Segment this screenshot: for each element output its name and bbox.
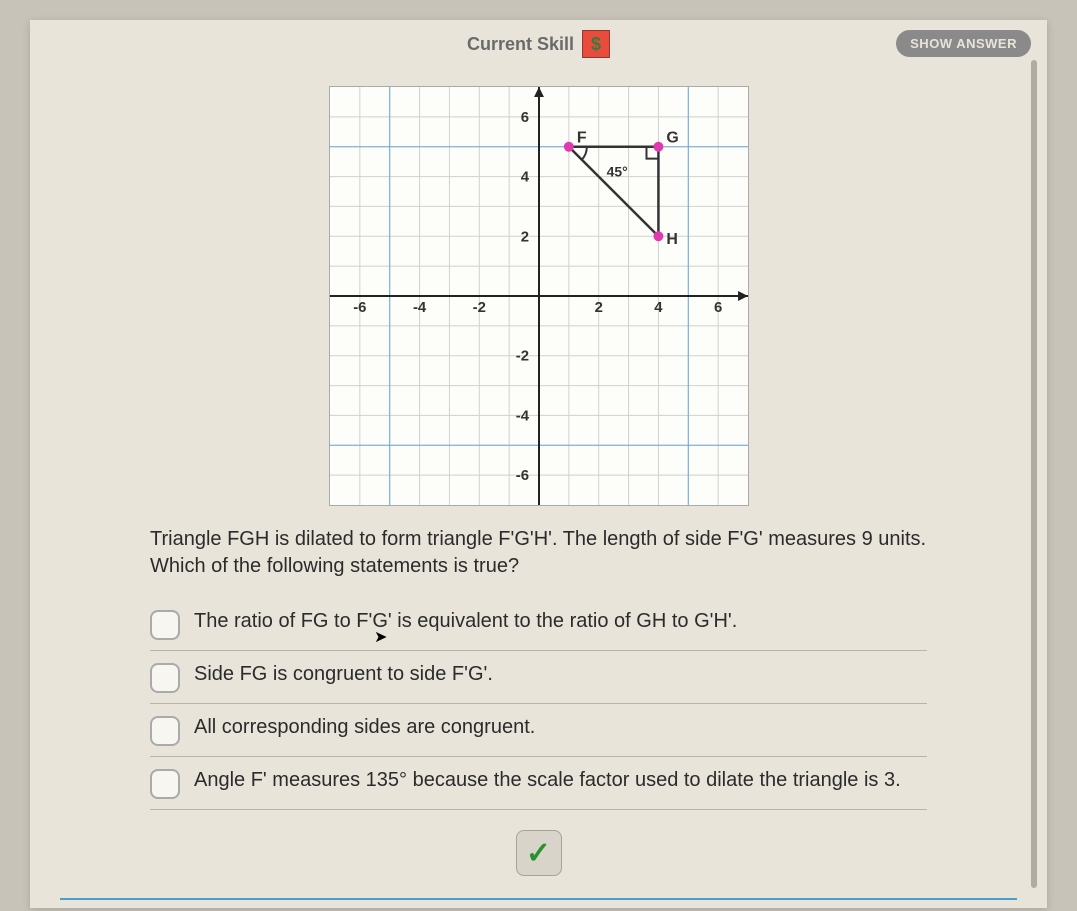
ytick-neg2: -2 (515, 348, 528, 365)
option-text-2: All corresponding sides are congruent. (194, 714, 535, 740)
current-skill-label: Current Skill (467, 34, 574, 55)
label-f: F (576, 130, 586, 147)
point-g (653, 142, 663, 152)
point-h (653, 231, 663, 241)
checkbox-2[interactable] (150, 716, 180, 746)
question-text: Triangle FGH is dilated to form triangle… (150, 526, 927, 580)
option-row-0[interactable]: The ratio of FG to F'G' is equivalent to… (150, 598, 927, 651)
label-g: G (666, 130, 678, 147)
xtick-6: 6 (713, 299, 721, 316)
check-icon: ✓ (526, 836, 551, 871)
ytick-neg6: -6 (515, 467, 528, 484)
xtick-4: 4 (654, 299, 663, 316)
xtick-neg4: -4 (412, 299, 426, 316)
coordinate-graph: -6 -4 -2 2 4 6 6 4 2 -2 -4 -6 (329, 86, 749, 506)
cursor-icon: ➤ (374, 628, 387, 649)
point-f (563, 142, 573, 152)
xtick-2: 2 (594, 299, 602, 316)
angle-45: 45° (606, 164, 627, 180)
show-answer-button[interactable]: SHOW ANSWER (896, 30, 1031, 57)
xtick-neg6: -6 (353, 299, 366, 316)
xtick-neg2: -2 (472, 299, 485, 316)
scrollbar[interactable] (1031, 60, 1037, 888)
checkbox-3[interactable] (150, 769, 180, 799)
skill-badge: $ (582, 30, 610, 58)
ytick-6: 6 (520, 109, 528, 126)
ytick-2: 2 (520, 228, 528, 245)
option-row-3[interactable]: Angle F' measures 135° because the scale… (150, 757, 927, 810)
submit-button[interactable]: ✓ (516, 830, 562, 876)
ytick-neg4: -4 (515, 407, 529, 424)
checkbox-1[interactable] (150, 663, 180, 693)
ytick-4: 4 (520, 169, 529, 186)
label-h: H (666, 231, 678, 248)
option-text-3: Angle F' measures 135° because the scale… (194, 767, 901, 793)
footer-text (30, 900, 1047, 908)
option-row-1[interactable]: Side FG is congruent to side F'G'. (150, 651, 927, 704)
checkbox-0[interactable] (150, 610, 180, 640)
option-row-2[interactable]: All corresponding sides are congruent. (150, 704, 927, 757)
option-text-0: The ratio of FG to F'G' is equivalent to… (194, 608, 737, 634)
option-text-1: Side FG is congruent to side F'G'. (194, 661, 493, 687)
